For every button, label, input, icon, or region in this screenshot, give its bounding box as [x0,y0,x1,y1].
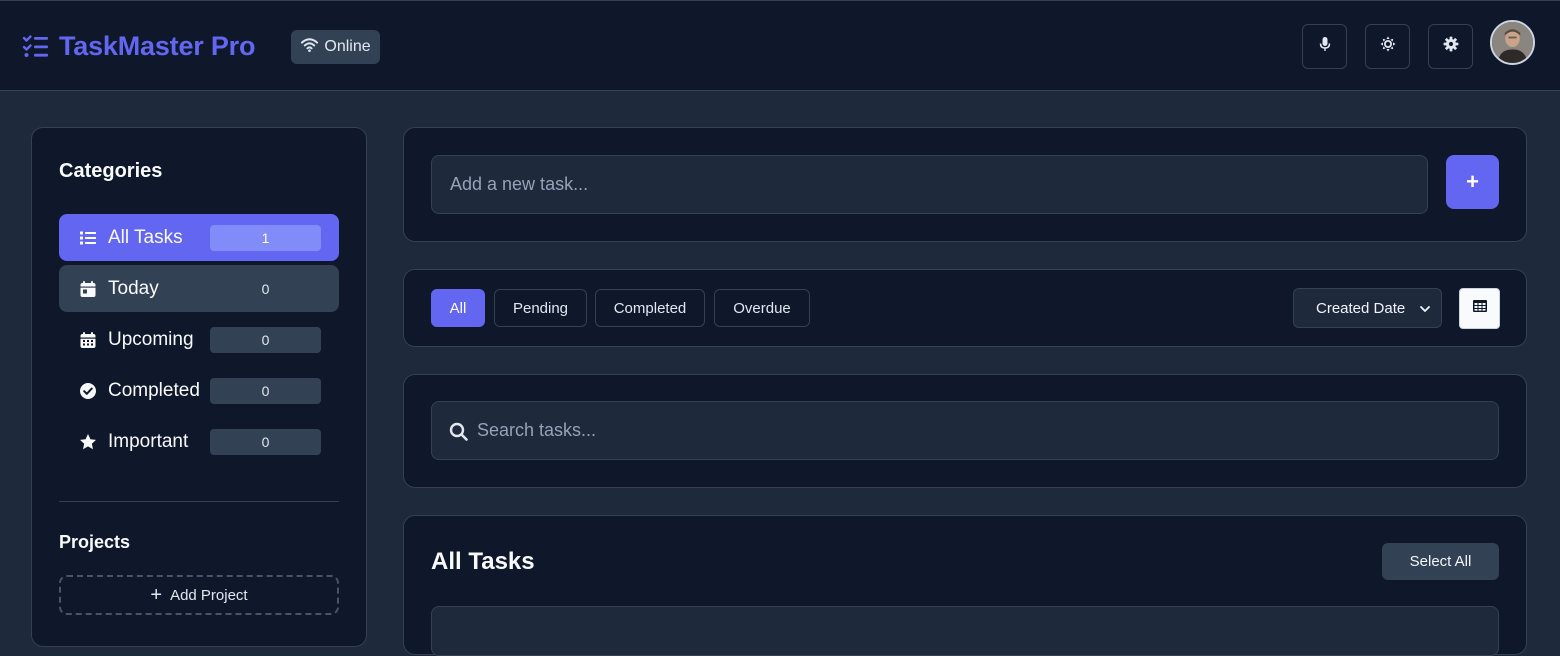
microphone-icon [1317,36,1333,57]
task-list-icon [22,32,50,60]
filter-completed-button[interactable]: Completed [595,289,705,327]
tasks-card: All Tasks Select All [403,515,1527,656]
sidebar-item-label: Upcoming [108,328,194,350]
sidebar-item-all-tasks[interactable]: All Tasks 1 [59,214,339,261]
user-avatar[interactable] [1490,20,1535,65]
chevron-down-icon [1419,302,1431,314]
categories-title: Categories [59,160,163,182]
view-toggle-button[interactable] [1459,288,1500,329]
list-icon [78,228,98,248]
add-task-card: + [403,127,1527,242]
voice-input-button[interactable] [1302,24,1347,69]
projects-title: Projects [59,532,131,552]
star-icon [78,432,98,452]
brand[interactable]: TaskMaster Pro [22,31,255,61]
filter-pending-button[interactable]: Pending [494,289,587,327]
add-task-button[interactable]: + [1446,155,1499,209]
sort-select[interactable]: Created Date [1293,288,1442,328]
calendar-day-icon [78,279,98,299]
sun-icon [1380,36,1396,57]
settings-button[interactable] [1428,24,1473,69]
wifi-icon [300,35,319,59]
sidebar-item-upcoming[interactable]: Upcoming 0 [59,316,339,363]
search-card [403,374,1527,488]
task-list [431,606,1499,656]
calendar-icon [78,330,98,350]
status-label: Online [324,38,371,55]
sidebar-item-label: Today [108,277,159,299]
sidebar-item-label: All Tasks [108,226,183,248]
sidebar-item-label: Completed [108,379,200,401]
task-count-badge: 1 [210,224,321,251]
sidebar-item-completed[interactable]: Completed 0 [59,367,339,414]
theme-toggle-button[interactable] [1365,24,1410,69]
task-count-badge: 0 [210,326,321,353]
sidebar-item-label: Important [108,430,189,452]
sidebar-item-important[interactable]: Important 0 [59,418,339,465]
check-circle-icon [78,381,98,401]
filter-overdue-button[interactable]: Overdue [714,289,810,327]
sidebar-divider [59,501,339,502]
connection-status-badge: Online [291,30,380,64]
sidebar-item-today[interactable]: Today 0 [59,265,339,312]
task-count-badge: 0 [210,377,321,404]
gear-icon [1443,36,1459,57]
tasks-title: All Tasks [431,548,535,575]
task-count-badge: 0 [261,280,270,297]
filter-card: All Pending Completed Overdue Created Da… [403,269,1527,347]
search-input[interactable] [476,402,1486,459]
add-project-label: Add Project [170,586,248,604]
table-icon [1472,298,1488,319]
sort-value: Created Date [1316,299,1406,317]
select-all-button[interactable]: Select All [1382,543,1499,580]
app-header: TaskMaster Pro Online [0,0,1560,91]
sidebar: Categories All Tasks 1 Today 0 Upcoming … [31,127,367,647]
search-box [431,401,1499,460]
app-title: TaskMaster Pro [59,31,256,61]
new-task-input[interactable] [431,155,1428,214]
filter-all-button[interactable]: All [431,289,485,327]
task-count-badge: 0 [210,428,321,455]
plus-icon: + [150,584,163,606]
add-project-button[interactable]: + Add Project [59,575,339,615]
